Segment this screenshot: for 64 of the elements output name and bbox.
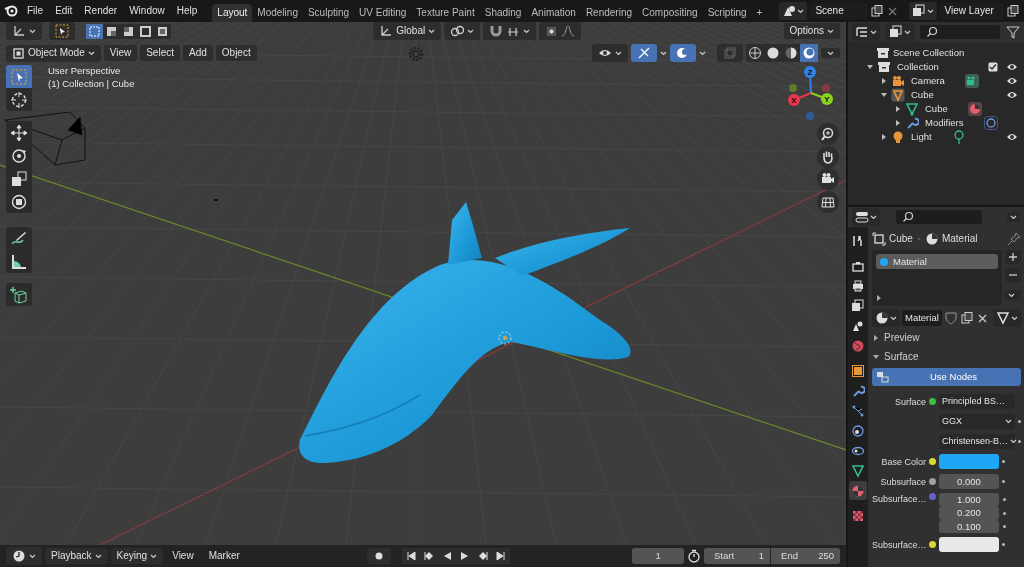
distribution-dropdown[interactable]: GGX bbox=[939, 414, 1015, 429]
outliner-item-label[interactable]: Scene Collection bbox=[893, 47, 965, 59]
add-workspace-button[interactable]: + bbox=[751, 4, 768, 22]
subsurface-method-dropdown[interactable]: Christensen-B… bbox=[939, 434, 1015, 449]
workspace-tab[interactable]: UV Editing bbox=[354, 4, 412, 22]
field-label: Subsurface… bbox=[872, 538, 926, 551]
outliner-item-label[interactable]: Cube bbox=[911, 89, 934, 101]
workspace-tab[interactable]: Rendering bbox=[580, 4, 638, 22]
shader-dropdown[interactable]: Principled BS… bbox=[939, 394, 1015, 409]
workspace-tab[interactable]: Compositing bbox=[637, 4, 703, 22]
breadcrumb-label: Material bbox=[941, 232, 978, 245]
panel-header[interactable]: Preview bbox=[872, 330, 1021, 346]
workspace-tab[interactable]: Sculpting bbox=[302, 4, 355, 22]
number-field[interactable]: 0.200 bbox=[939, 506, 999, 520]
workspace-tab[interactable]: Layout bbox=[212, 4, 253, 22]
menu-item[interactable]: Select bbox=[140, 45, 180, 61]
menu-item[interactable]: View bbox=[103, 45, 138, 61]
field-label: Base Color bbox=[880, 455, 926, 468]
object-info-label: (1) Collection | Cube bbox=[48, 78, 135, 90]
menu-item[interactable]: Object bbox=[215, 45, 257, 61]
field-label: Subsurface bbox=[879, 475, 926, 488]
material-name-field[interactable]: Material bbox=[902, 310, 942, 326]
menu-item[interactable]: Render bbox=[79, 3, 123, 19]
current-frame-field[interactable]: 1 bbox=[632, 548, 685, 564]
workspace-tab[interactable]: Modeling bbox=[252, 4, 303, 22]
number-field[interactable]: 0.000 bbox=[939, 473, 999, 490]
workspace-tab[interactable]: Scripting bbox=[702, 4, 752, 22]
menu-item[interactable]: Add bbox=[183, 45, 213, 61]
axis-handle[interactable]: Y bbox=[821, 93, 833, 105]
start-frame-label: Start bbox=[704, 548, 741, 564]
options-dropdown[interactable]: Options bbox=[783, 23, 840, 39]
outliner-item-label[interactable]: Modifiers bbox=[925, 117, 964, 129]
menu-item[interactable]: View bbox=[166, 548, 200, 564]
end-frame-label: End bbox=[771, 548, 804, 564]
number-field[interactable]: 1.000 bbox=[939, 493, 999, 507]
menu-dropdown[interactable]: Keying bbox=[110, 548, 164, 564]
field-label: Subsurface… bbox=[872, 493, 926, 505]
breadcrumb-label: Cube bbox=[889, 232, 913, 245]
outliner-item-label[interactable]: Light bbox=[911, 131, 932, 143]
panel-header[interactable]: Surface bbox=[872, 349, 1021, 365]
menu-item[interactable]: Window bbox=[124, 3, 170, 19]
menu-item[interactable]: Marker bbox=[202, 548, 246, 564]
workspace-tab[interactable]: Shading bbox=[479, 4, 527, 22]
orientation-dropdown[interactable]: Global bbox=[373, 22, 442, 40]
view-layer-field[interactable]: View Layer bbox=[938, 3, 1004, 19]
axis-handle[interactable]: X bbox=[788, 94, 800, 106]
menu-item[interactable]: Help bbox=[171, 3, 203, 19]
axis-handle[interactable]: Z bbox=[804, 66, 816, 78]
workspace-tab[interactable]: Texture Paint bbox=[411, 4, 480, 22]
view-name-label: User Perspective bbox=[48, 65, 121, 77]
outliner-item-label[interactable]: Cube bbox=[925, 103, 948, 115]
end-frame-field[interactable]: 250 bbox=[804, 548, 840, 564]
menu-dropdown[interactable]: Playback bbox=[45, 548, 108, 564]
outliner-item-label[interactable]: Camera bbox=[911, 75, 945, 87]
use-nodes-button[interactable]: Use Nodes bbox=[872, 368, 1021, 386]
material-slot[interactable]: Material bbox=[876, 254, 998, 270]
start-frame-field[interactable]: 1 bbox=[740, 548, 771, 564]
field-label: Surface bbox=[893, 395, 926, 408]
menu-item[interactable]: Edit bbox=[50, 3, 78, 19]
outliner-item-label[interactable]: Collection bbox=[897, 61, 939, 73]
mode-dropdown[interactable]: Object Mode bbox=[6, 44, 101, 62]
scene-field[interactable]: Scene bbox=[809, 3, 868, 19]
workspace-tab[interactable]: Animation bbox=[526, 4, 581, 22]
menu-item[interactable]: File bbox=[22, 3, 49, 19]
